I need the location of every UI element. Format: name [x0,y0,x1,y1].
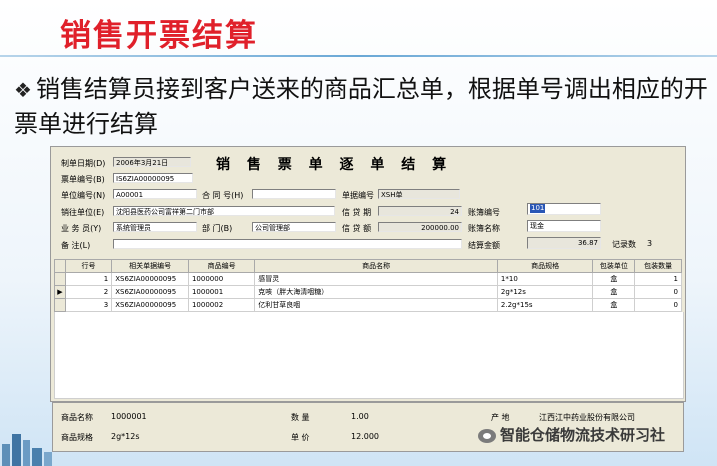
salesman-label: 业 务 员(Y) [61,224,102,233]
cell-spec[interactable]: 1*10 [496,272,594,286]
doc-no-field[interactable]: XSH单 [378,189,460,199]
origin-label: 产 地 [491,413,510,422]
product-name-label: 商品名称 [61,413,93,422]
slide-title: 销售开票结算 [60,18,258,54]
product-spec-label: 商品规格 [61,433,93,442]
title-divider [0,55,717,57]
settle-amount-label: 结算金额 [468,241,500,250]
account-no-label: 账簿编号 [468,208,500,217]
col-spec[interactable]: 商品规格 [496,259,594,273]
table-header-row: 行号 相关单据编号 商品编号 商品名称 商品规格 包装单位 包装数量 [54,259,682,273]
qty-value: 1.00 [351,412,369,421]
cell-code[interactable]: 1000001 [187,285,256,299]
credit-period-field[interactable]: 24 [378,206,462,216]
unit-no-label: 单位编号(N) [61,191,106,200]
col-name[interactable]: 商品名称 [254,259,498,273]
product-name-value: 1000001 [111,412,147,421]
cell-line[interactable]: 3 [64,298,113,312]
cell-spec[interactable]: 2.2g*15s [496,298,594,312]
account-no-field[interactable]: 101 [527,203,601,215]
row-indicator [54,272,66,286]
dept-field[interactable]: 公司管理部 [252,222,336,232]
cell-unit[interactable]: 盒 [592,272,636,286]
settlement-window: 销 售 票 单 逐 单 结 算 制单日期(D) 2006年3月21日 票单编号(… [50,146,686,402]
sales-unit-field[interactable]: 沈阳县医药公司富祥第二门市部 [113,206,335,216]
contract-label: 合 同 号(H) [202,191,244,200]
price-value: 12.000 [351,432,379,441]
unit-no-field[interactable]: A00001 [113,189,197,199]
settle-amount-field: 36.87 [527,237,601,249]
watermark: 智能仓储物流技术研习社 [478,424,665,445]
origin-value: 江西江中药业股份有限公司 [539,413,635,422]
cell-name[interactable]: 克咳（胖大海清咽糖） [254,285,498,299]
cell-doc[interactable]: XS6ZIA00000095 [111,272,189,286]
row-indicator-header [54,259,66,273]
remark-field[interactable] [113,239,462,249]
form-title: 销 售 票 单 逐 单 结 算 [216,157,453,173]
record-count-value: 3 [647,239,653,248]
items-table: 行号 相关单据编号 商品编号 商品名称 商品规格 包装单位 包装数量 1 XS6… [54,259,682,312]
cell-unit[interactable]: 盒 [592,285,636,299]
bullet-text: ❖ 销售结算员接到客户送来的商品汇总单，根据单号调出相应的开票单进行结算 [14,72,709,141]
table-row[interactable]: 1 XS6ZIA00000095 1000000 感冒灵 1*10 盒 1 [54,272,682,286]
remark-label: 备 注(L) [61,241,91,250]
cell-unit[interactable]: 盒 [592,298,636,312]
cell-name[interactable]: 感冒灵 [254,272,498,286]
contract-field[interactable] [252,189,336,199]
qty-label: 数 量 [291,413,310,422]
city-skyline-decoration [2,434,52,466]
cell-spec[interactable]: 2g*12s [496,285,594,299]
dept-label: 部 门(B) [202,224,233,233]
doc-no-label: 单据编号 [342,191,374,200]
credit-period-label: 信 贷 期 [342,208,372,217]
watermark-text: 智能仓储物流技术研习社 [500,426,666,444]
cell-qty[interactable]: 1 [634,272,682,286]
date-field[interactable]: 2006年3月21日 [113,157,191,167]
product-spec-value: 2g*12s [111,432,140,441]
date-label: 制单日期(D) [61,159,106,168]
account-name-field[interactable]: 现金 [527,220,601,232]
diamond-bullet-icon: ❖ [14,78,32,102]
chat-bubble-icon [478,428,496,443]
account-name-label: 账簿名称 [468,224,500,233]
cell-doc[interactable]: XS6ZIA00000095 [111,298,189,312]
record-count-label: 记录数 [612,240,636,249]
ticket-no-label: 票单编号(B) [61,175,105,184]
ticket-no-field[interactable]: IS6ZIA00000095 [113,173,193,183]
cell-code[interactable]: 1000002 [187,298,256,312]
credit-amount-label: 信 贷 额 [342,224,372,233]
cell-name[interactable]: 亿利甘草良咽 [254,298,498,312]
sales-unit-label: 销往单位(E) [61,208,105,217]
current-row-pointer-icon: ▶ [54,285,66,299]
col-line[interactable]: 行号 [64,259,113,273]
col-unit[interactable]: 包装单位 [592,259,636,273]
col-code[interactable]: 商品编号 [187,259,256,273]
account-no-value: 101 [530,204,546,213]
cell-qty[interactable]: 0 [634,285,682,299]
table-row[interactable]: 3 XS6ZIA00000095 1000002 亿利甘草良咽 2.2g*15s… [54,298,682,312]
cell-qty[interactable]: 0 [634,298,682,312]
table-empty-area [54,312,684,399]
table-row[interactable]: ▶ 2 XS6ZIA00000095 1000001 克咳（胖大海清咽糖） 2g… [54,285,682,299]
salesman-field[interactable]: 系统管理员 [113,222,197,232]
cell-code[interactable]: 1000000 [187,272,256,286]
cell-line[interactable]: 1 [64,272,113,286]
cell-doc[interactable]: XS6ZIA00000095 [111,285,189,299]
price-label: 单 价 [291,433,310,442]
bullet-content: 销售结算员接到客户送来的商品汇总单，根据单号调出相应的开票单进行结算 [14,75,708,138]
col-doc[interactable]: 相关单据编号 [111,259,189,273]
row-indicator [54,298,66,312]
cell-line[interactable]: 2 [64,285,113,299]
col-qty[interactable]: 包装数量 [634,259,682,273]
credit-amount-field[interactable]: 200000.00 [378,222,462,232]
